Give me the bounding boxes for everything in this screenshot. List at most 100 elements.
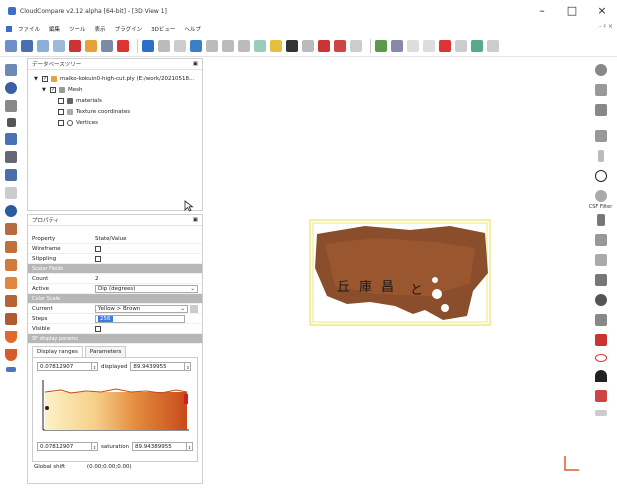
min-input[interactable]: 0.07812907 — [37, 362, 92, 371]
label-icon[interactable] — [350, 39, 362, 52]
plugin-fire-icon[interactable] — [594, 390, 607, 402]
plugin-canupo-icon[interactable] — [594, 334, 607, 346]
sample-icon[interactable] — [101, 39, 113, 52]
color-scale-dropdown[interactable]: Yellow > Brown ⌄ — [95, 304, 188, 313]
sf-convert-icon[interactable] — [455, 39, 467, 52]
camera-icon[interactable] — [5, 82, 17, 94]
tree-item-mesh[interactable]: ▼ Mesh — [34, 84, 196, 95]
plugin-pcv-icon[interactable] — [594, 274, 607, 286]
tree-item-vertices[interactable]: Vertices — [34, 117, 196, 128]
plugin-settings-icon[interactable] — [594, 64, 607, 76]
color-scale-editor-icon[interactable] — [190, 304, 198, 313]
primitive-dist-icon[interactable] — [238, 39, 250, 52]
spin-arrows-icon[interactable]: ⇕ — [92, 362, 98, 371]
3d-view[interactable]: 丘 庫 昌 と — [186, 58, 583, 490]
octree-icon[interactable] — [174, 39, 186, 52]
rgb-to-sf-icon[interactable] — [423, 39, 435, 52]
menu-edit[interactable]: 編集 — [49, 25, 60, 33]
sf-to-rgb-icon[interactable] — [439, 39, 451, 52]
right-view-icon[interactable] — [5, 295, 17, 307]
sf-histogram[interactable] — [41, 378, 191, 432]
distance-icon[interactable] — [206, 39, 218, 52]
iso-view-icon[interactable] — [5, 331, 17, 343]
sf-smooth-icon[interactable] — [487, 39, 499, 52]
expand-arrow-icon[interactable]: ▼ — [34, 76, 39, 82]
plugin-layer-icon[interactable] — [594, 410, 607, 416]
visibility-checkbox[interactable] — [58, 97, 64, 104]
plugin-image-icon[interactable] — [594, 104, 607, 116]
back-view-icon[interactable] — [5, 259, 17, 271]
csf-filter-label[interactable]: CSF Filter — [589, 204, 613, 210]
max-input[interactable]: 0.07812907 — [37, 442, 92, 451]
stippling-checkbox[interactable] — [95, 255, 101, 262]
plugin-shade-icon[interactable] — [594, 370, 607, 382]
tab-display-ranges[interactable]: Display ranges — [32, 346, 83, 357]
visibility-checkbox[interactable] — [42, 75, 48, 82]
magnify-icon[interactable] — [5, 205, 17, 217]
minimize-button[interactable]: – — [532, 4, 552, 18]
pivot-icon[interactable] — [6, 118, 16, 127]
spin-arrows-icon[interactable]: ⇕ — [187, 442, 194, 451]
plugin-hough-icon[interactable] — [594, 254, 607, 266]
save-icon[interactable] — [21, 39, 33, 52]
point-pick-icon[interactable] — [270, 39, 282, 52]
tree-item-texture[interactable]: Texture coordinates — [34, 106, 196, 117]
registration-icon[interactable] — [190, 39, 202, 52]
normals-icon[interactable] — [158, 39, 170, 52]
displayed-input[interactable]: 89.9439955 — [130, 362, 186, 371]
visibility-checkbox[interactable] — [58, 119, 64, 126]
front-view-icon[interactable] — [5, 223, 17, 235]
noise-filter-icon[interactable] — [302, 39, 314, 52]
tree-item-file[interactable]: ▼ maiko-kokuin0-high-cut.ply (E:/work/20… — [34, 73, 196, 84]
left-view-icon[interactable] — [5, 277, 17, 289]
plugin-poisson-icon[interactable] — [594, 314, 607, 326]
top-view-icon[interactable] — [5, 241, 17, 253]
panel-float-icon[interactable]: ▣ — [193, 61, 198, 67]
plugin-north-icon[interactable] — [596, 214, 605, 226]
view-icon[interactable] — [5, 64, 17, 76]
sf-arithmetic-icon[interactable] — [407, 39, 419, 52]
delete-icon[interactable] — [117, 39, 129, 52]
tree-item-materials[interactable]: materials — [34, 95, 196, 106]
plugin-ransac-icon[interactable] — [594, 190, 607, 202]
menu-3dviews[interactable]: 3Dビュー — [151, 25, 175, 33]
menu-display[interactable]: 表示 — [95, 25, 106, 33]
perspective-icon[interactable] — [5, 100, 17, 112]
spin-arrows-icon[interactable]: ⇕ — [185, 362, 192, 371]
plugin-sphere-icon[interactable] — [594, 294, 607, 306]
iso-view-2-icon[interactable] — [5, 349, 17, 361]
clone-icon[interactable] — [37, 39, 49, 52]
expand-arrow-icon[interactable]: ▼ — [42, 87, 47, 93]
segment-icon[interactable] — [69, 39, 81, 52]
menu-tools[interactable]: ツール — [69, 25, 86, 33]
visibility-checkbox[interactable] — [58, 108, 64, 115]
panel-float-icon[interactable]: ▣ — [193, 217, 198, 223]
open-icon[interactable] — [5, 39, 17, 52]
rotation-lock-icon[interactable] — [5, 133, 17, 145]
tab-parameters[interactable]: Parameters — [84, 346, 127, 357]
more-icon[interactable] — [6, 367, 16, 372]
translate-rotate-icon[interactable] — [85, 39, 97, 52]
zoom-fit-icon[interactable] — [5, 151, 17, 163]
plugin-cloud-icon[interactable] — [594, 234, 607, 246]
menu-file[interactable]: ファイル — [18, 25, 40, 33]
pick-rotation-center-icon[interactable] — [318, 39, 330, 52]
measure-icon[interactable] — [334, 39, 346, 52]
merge-icon[interactable] — [53, 39, 65, 52]
plugin-grid-icon[interactable] — [594, 84, 607, 96]
mdi-controls[interactable]: - ♯ × — [599, 23, 613, 30]
saturation-input[interactable]: 89.94389955 — [132, 442, 188, 451]
plugin-compass-icon[interactable] — [594, 130, 607, 142]
sf-gradient-icon[interactable] — [254, 39, 266, 52]
wireframe-checkbox[interactable] — [95, 245, 101, 252]
bottom-view-icon[interactable] — [5, 313, 17, 325]
cloud-mesh-dist-icon[interactable] — [222, 39, 234, 52]
active-sf-dropdown[interactable]: Dip (degrees) ⌄ — [95, 284, 198, 293]
zoom-icon[interactable] — [5, 169, 17, 181]
3d-scene[interactable]: 丘 庫 昌 と — [186, 58, 583, 490]
maximize-button[interactable]: □ — [562, 4, 582, 18]
visibility-checkbox[interactable] — [50, 86, 56, 93]
close-button[interactable]: × — [592, 4, 612, 18]
plugin-facets-icon[interactable] — [597, 150, 604, 162]
sor-icon[interactable] — [286, 39, 298, 52]
